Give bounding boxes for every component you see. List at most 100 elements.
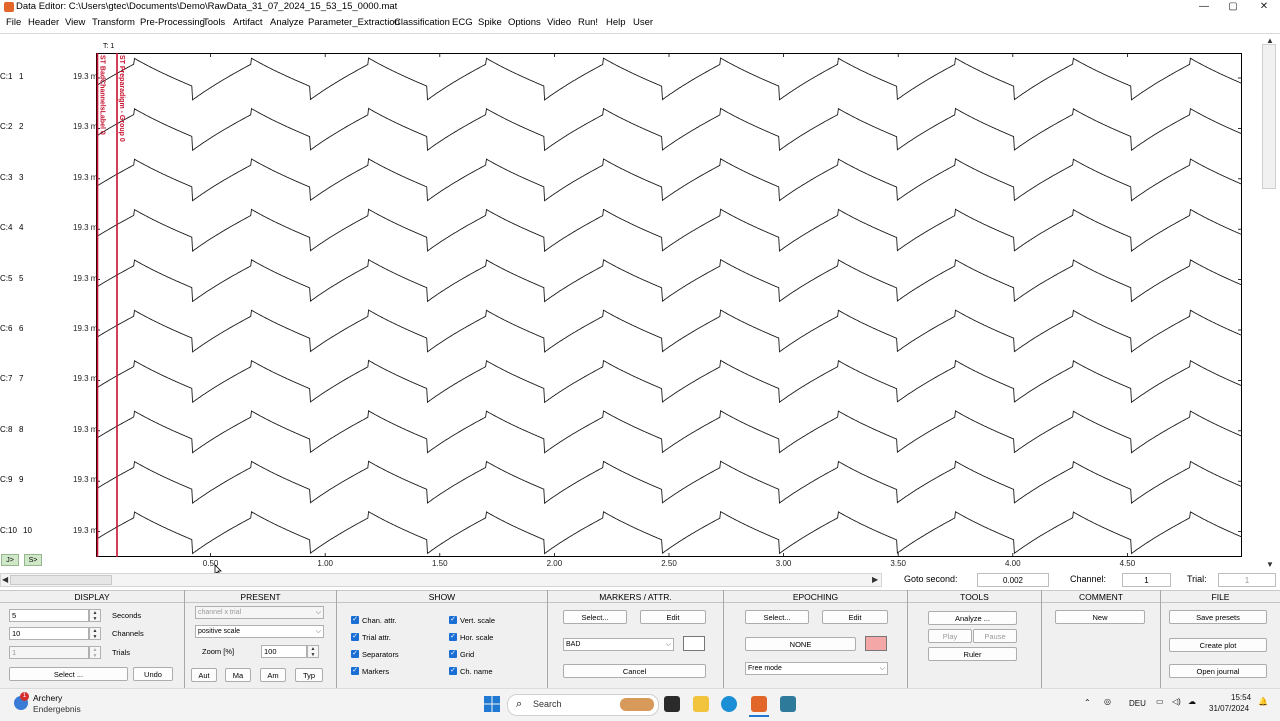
close-button[interactable]: ✕ xyxy=(1249,0,1279,15)
channel-input[interactable]: 1 xyxy=(1122,573,1171,587)
menu-analyze[interactable]: Analyze xyxy=(270,17,304,28)
save-presets-button[interactable]: Save presets xyxy=(1169,610,1267,624)
comment-new-button[interactable]: New xyxy=(1055,610,1145,624)
amp-scale-button[interactable]: Am xyxy=(260,668,286,682)
scroll-left-icon[interactable]: ◀ xyxy=(2,575,8,584)
display-icon[interactable]: ▭ xyxy=(1156,697,1164,706)
display-select-button[interactable]: Select ... xyxy=(9,667,128,681)
channel-label: C:1 xyxy=(0,72,13,81)
gtec-app-icon[interactable] xyxy=(780,696,796,712)
maximize-button[interactable]: ▢ xyxy=(1218,0,1248,15)
epoch-color-swatch[interactable] xyxy=(865,636,887,651)
channel-signal-trace xyxy=(96,208,1242,253)
event-marker-label: ST Preparadigm - Group 0 xyxy=(118,55,125,142)
channel-number: 9 xyxy=(19,475,24,485)
menu-run[interactable]: Run! xyxy=(578,17,598,28)
play-button[interactable]: Play xyxy=(928,629,972,643)
menu-parameter-extraction[interactable]: Parameter_Extraction xyxy=(308,17,400,28)
menu-spike[interactable]: Spike xyxy=(478,17,502,28)
vertical-scroll-thumb[interactable] xyxy=(1262,44,1276,189)
menu-view[interactable]: View xyxy=(65,17,85,28)
hor-scale-checkbox[interactable]: ✓ xyxy=(449,633,457,641)
zoom-spinner[interactable]: ▲ ▼ xyxy=(307,645,319,658)
channel-signal-trace xyxy=(96,359,1242,404)
scroll-down-icon[interactable]: ▼ xyxy=(1266,560,1274,569)
open-journal-button[interactable]: Open journal xyxy=(1169,664,1267,678)
undo-button[interactable]: Undo xyxy=(133,667,173,681)
channels-spinner[interactable]: ▲ ▼ xyxy=(89,627,101,640)
create-plot-button[interactable]: Create plot xyxy=(1169,638,1267,652)
auto-scale-button[interactable]: Aut xyxy=(191,668,217,682)
epoching-select-button[interactable]: Select... xyxy=(745,610,809,624)
horizontal-scroll-thumb[interactable] xyxy=(10,575,112,585)
edge-browser-icon[interactable] xyxy=(721,696,737,712)
scale-select[interactable]: positive scale ⌵ xyxy=(195,625,324,638)
clock-time[interactable]: 15:54 xyxy=(1231,693,1251,702)
attribute-color-swatch[interactable] xyxy=(683,636,705,651)
keyboard-language[interactable]: DEU xyxy=(1129,699,1146,708)
taskbar-search[interactable]: ⌕ Search xyxy=(507,694,659,716)
markers-select-button[interactable]: Select... xyxy=(563,610,627,624)
epoching-edit-button[interactable]: Edit xyxy=(822,610,888,624)
start-icon[interactable] xyxy=(484,696,500,712)
epoch-mode-select[interactable]: Free mode ⌵ xyxy=(745,662,888,675)
present-mode-select[interactable]: channel x trial ⌵ xyxy=(195,606,324,619)
menu-header[interactable]: Header xyxy=(28,17,59,28)
menu-artifact[interactable]: Artifact xyxy=(233,17,263,28)
weather-tray-icon[interactable]: ☁ xyxy=(1188,697,1196,706)
tray-overflow-icon[interactable]: ⌃ xyxy=(1084,698,1091,707)
trial-input[interactable]: 1 xyxy=(1218,573,1276,587)
scroll-right-icon[interactable]: ▶ xyxy=(872,575,878,584)
epoching-none-button[interactable]: NONE xyxy=(745,637,856,651)
widget-title[interactable]: Archery xyxy=(33,693,62,703)
zoom-input[interactable]: 100 xyxy=(261,645,307,658)
menu-tools[interactable]: Tools xyxy=(203,17,225,28)
separators-checkbox[interactable]: ✓ xyxy=(351,650,359,658)
panel-divider xyxy=(1160,590,1161,688)
chan-attr-checkbox[interactable]: ✓ xyxy=(351,616,359,624)
ruler-button[interactable]: Ruler xyxy=(928,647,1017,661)
network-icon[interactable]: ◎ xyxy=(1104,697,1111,706)
max-scale-button[interactable]: Ma xyxy=(225,668,251,682)
trial-attr-checkbox[interactable]: ✓ xyxy=(351,633,359,641)
attribute-select[interactable]: BAD ⌵ xyxy=(563,638,674,651)
markers-checkbox[interactable]: ✓ xyxy=(351,667,359,675)
task-view-icon[interactable] xyxy=(664,696,680,712)
matlab-taskbar-icon[interactable] xyxy=(751,696,767,712)
goto-second-input[interactable]: 0.002 xyxy=(977,573,1049,587)
next-page-button[interactable]: S> xyxy=(24,554,42,566)
pause-button[interactable]: Pause xyxy=(973,629,1017,643)
trials-spinner[interactable]: ▲ ▼ xyxy=(89,646,101,659)
markers-edit-button[interactable]: Edit xyxy=(640,610,706,624)
trials-input[interactable]: 1 xyxy=(9,646,89,659)
menu-file[interactable]: File xyxy=(6,17,21,28)
signal-plot[interactable]: ST BadChannelsLabel 0 ST Preparadigm - Gr… xyxy=(96,53,1242,557)
chevron-down-icon: ⌵ xyxy=(879,665,885,672)
menu-video[interactable]: Video xyxy=(547,17,571,28)
analyze-button[interactable]: Analyze ... xyxy=(928,611,1017,625)
menu-options[interactable]: Options xyxy=(508,17,541,28)
markers-cancel-button[interactable]: Cancel xyxy=(563,664,706,678)
menu-classification[interactable]: Classification xyxy=(394,17,450,28)
volume-icon[interactable]: ◁) xyxy=(1172,697,1181,706)
menu-help[interactable]: Help xyxy=(606,17,626,28)
notification-badge: 1 xyxy=(20,692,29,701)
menu-user[interactable]: User xyxy=(633,17,653,28)
minimize-button[interactable]: — xyxy=(1189,0,1219,15)
horizontal-scrollbar[interactable] xyxy=(0,573,882,587)
seconds-input[interactable]: 5 xyxy=(9,609,89,622)
ch-name-checkbox[interactable]: ✓ xyxy=(449,667,457,675)
prev-page-button[interactable]: J> xyxy=(1,554,19,566)
bell-icon[interactable]: 🔔 xyxy=(1258,697,1268,706)
menu-pre-processing[interactable]: Pre-Processing xyxy=(140,17,205,28)
clock-date[interactable]: 31/07/2024 xyxy=(1209,704,1249,713)
channels-input[interactable]: 10 xyxy=(9,627,89,640)
vert-scale-checkbox[interactable]: ✓ xyxy=(449,616,457,624)
menu-transform[interactable]: Transform xyxy=(92,17,135,28)
grid-checkbox[interactable]: ✓ xyxy=(449,650,457,658)
typ-scale-button[interactable]: Typ xyxy=(295,668,323,682)
seconds-spinner[interactable]: ▲ ▼ xyxy=(89,609,101,622)
menu-ecg[interactable]: ECG xyxy=(452,17,473,28)
file-explorer-icon[interactable] xyxy=(693,696,709,712)
attribute-value: BAD xyxy=(566,641,581,648)
